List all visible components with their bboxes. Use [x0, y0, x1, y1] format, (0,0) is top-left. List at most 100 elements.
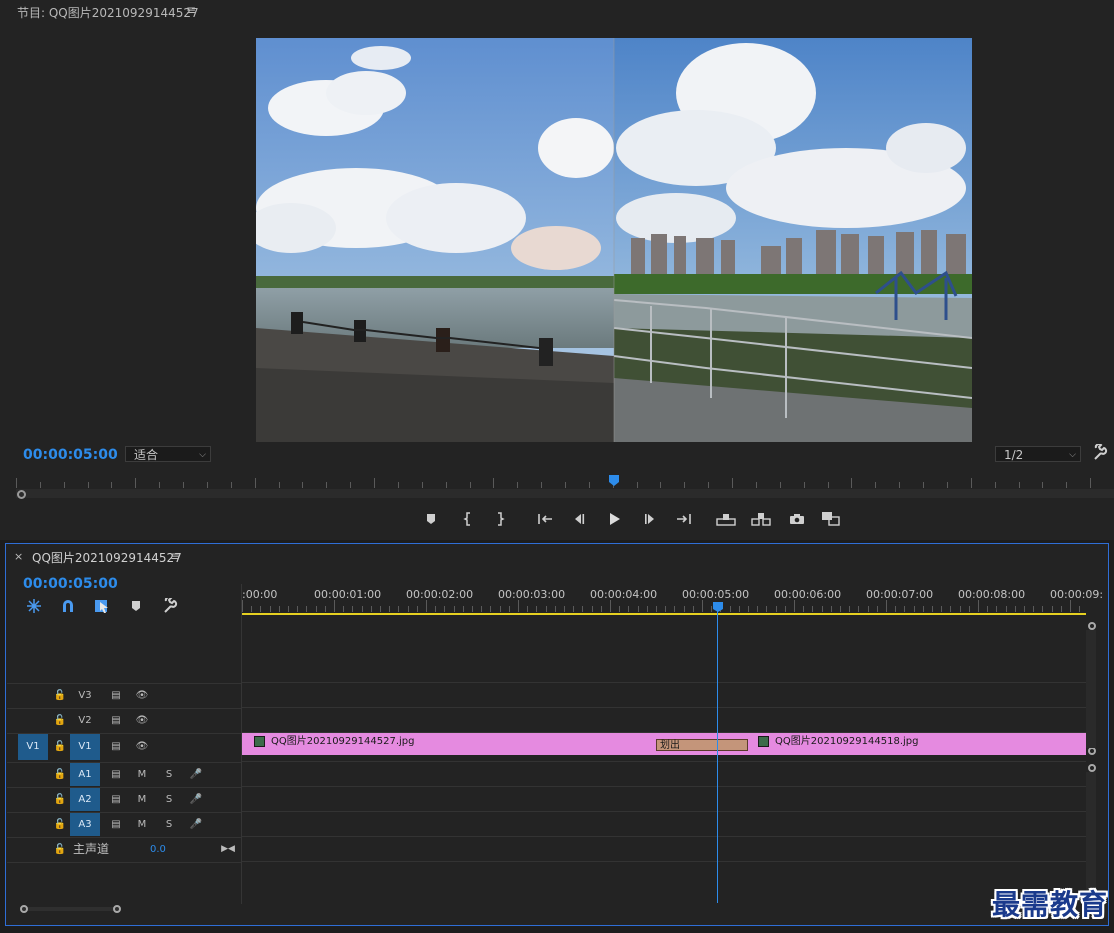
- track-target-a3[interactable]: A3: [70, 813, 100, 836]
- track-area[interactable]: [242, 616, 1086, 903]
- lock-icon[interactable]: 🔓: [52, 788, 68, 811]
- ruler-tick: [660, 482, 661, 488]
- program-playhead[interactable]: [608, 474, 620, 487]
- close-tab-icon[interactable]: ×: [14, 550, 23, 563]
- add-marker-icon[interactable]: [130, 599, 142, 613]
- lane-master[interactable]: [242, 836, 1086, 861]
- audio-track-scrollbar[interactable]: [1086, 772, 1096, 900]
- zoom-handle-right[interactable]: [113, 905, 121, 913]
- export-frame-button[interactable]: [784, 508, 810, 528]
- eye-icon[interactable]: 👁: [134, 684, 150, 707]
- video-scroll-bottom-handle[interactable]: [1088, 747, 1096, 755]
- track-target-a1[interactable]: A1: [70, 763, 100, 786]
- lock-icon[interactable]: 🔓: [52, 813, 68, 836]
- step-back-button[interactable]: [566, 508, 592, 528]
- track-target-a2[interactable]: A2: [70, 788, 100, 811]
- sync-lock-icon[interactable]: ▤: [108, 709, 124, 732]
- work-area-bar[interactable]: [242, 613, 1086, 615]
- wrench-icon[interactable]: [1092, 443, 1108, 462]
- mute-button[interactable]: M: [134, 788, 150, 811]
- track-target-v2[interactable]: V2: [70, 709, 100, 732]
- push-transition[interactable]: 划出: [656, 739, 748, 751]
- mark-in-button[interactable]: [455, 508, 481, 528]
- go-to-end-icon[interactable]: ▶◀: [220, 838, 236, 861]
- program-panel-menu-icon[interactable]: ≡: [186, 3, 196, 17]
- lock-icon[interactable]: 🔓: [52, 734, 68, 760]
- sync-lock-icon[interactable]: ▤: [108, 788, 124, 811]
- timeline-timecode[interactable]: 00:00:05:00: [23, 576, 118, 592]
- lane-a2[interactable]: [242, 786, 1086, 811]
- program-monitor-panel: 节目: QQ图片20210929144527 ≡ 00:00:05:00 适合 …: [0, 0, 1114, 540]
- program-monitor-title[interactable]: 节目: QQ图片20210929144527: [17, 4, 199, 21]
- sequence-tab[interactable]: QQ图片20210929144527: [32, 549, 182, 566]
- ruler-tick: [665, 606, 666, 612]
- playback-resolution-dropdown[interactable]: 1/2 ⌵: [995, 446, 1081, 462]
- timeline-zoom-bar[interactable]: [20, 907, 120, 911]
- microphone-icon[interactable]: 🎤: [188, 763, 204, 786]
- mute-button[interactable]: M: [134, 763, 150, 786]
- ruler-tick: [500, 606, 501, 612]
- lock-icon[interactable]: 🔓: [52, 684, 68, 707]
- source-patch-v1[interactable]: V1: [18, 734, 48, 760]
- microphone-icon[interactable]: 🎤: [188, 813, 204, 836]
- timeline-playhead[interactable]: [712, 601, 724, 903]
- sync-lock-icon[interactable]: ▤: [108, 813, 124, 836]
- sync-lock-icon[interactable]: ▤: [108, 684, 124, 707]
- ruler-tick: [362, 606, 363, 612]
- track-target-v1[interactable]: V1: [70, 734, 100, 760]
- track-header-a3: 🔓 A3 ▤ M S 🎤: [7, 812, 241, 837]
- comparison-view-button[interactable]: [818, 508, 844, 528]
- lock-icon[interactable]: 🔓: [52, 709, 68, 732]
- go-to-out-button[interactable]: [671, 508, 697, 528]
- sync-lock-icon[interactable]: ▤: [108, 763, 124, 786]
- microphone-icon[interactable]: 🎤: [188, 788, 204, 811]
- track-target-v3[interactable]: V3: [70, 684, 100, 707]
- add-marker-button[interactable]: [418, 508, 444, 528]
- program-viewer[interactable]: [256, 38, 972, 442]
- go-to-in-button[interactable]: [532, 508, 558, 528]
- sync-lock-icon[interactable]: ▤: [108, 734, 124, 760]
- lane-v2[interactable]: [242, 707, 1086, 732]
- mute-button[interactable]: M: [134, 813, 150, 836]
- ruler-tick: [1090, 478, 1091, 488]
- ruler-tick: [463, 606, 464, 612]
- timeline-settings-wrench-icon[interactable]: [162, 596, 178, 614]
- lock-icon[interactable]: 🔓: [52, 763, 68, 786]
- timeline-panel-menu-icon[interactable]: ≡: [170, 549, 180, 563]
- clip-v1-first[interactable]: QQ图片20210929144527.jpg: [242, 733, 700, 755]
- eye-icon[interactable]: 👁: [134, 734, 150, 760]
- timeline-time-ruler[interactable]: :00:00 00:00:01:00 00:00:02:00 00:00:03:00 0…: [242, 584, 1103, 615]
- snap-magnet-icon[interactable]: [60, 598, 76, 614]
- program-timecode[interactable]: 00:00:05:00: [23, 447, 118, 463]
- lock-icon[interactable]: 🔓: [52, 838, 68, 861]
- clip-v1-second[interactable]: QQ图片20210929144518.jpg: [700, 733, 1086, 755]
- solo-button[interactable]: S: [161, 763, 177, 786]
- extract-button[interactable]: [748, 508, 774, 528]
- solo-button[interactable]: S: [161, 788, 177, 811]
- video-track-scrollbar[interactable]: [1086, 630, 1096, 748]
- lift-button[interactable]: [713, 508, 739, 528]
- ruler-tick: [536, 606, 537, 612]
- master-volume-value[interactable]: 0.0: [150, 838, 166, 861]
- program-zoom-bar[interactable]: [16, 489, 1114, 498]
- lane-v3[interactable]: [242, 682, 1086, 707]
- program-time-ruler[interactable]: [16, 474, 1114, 488]
- step-forward-button[interactable]: [637, 508, 663, 528]
- lane-a3[interactable]: [242, 811, 1086, 836]
- nest-sequence-icon[interactable]: [26, 598, 42, 614]
- camera-icon: [790, 513, 804, 524]
- eye-icon[interactable]: 👁: [134, 709, 150, 732]
- linked-selection-icon[interactable]: [94, 598, 110, 614]
- audio-scroll-top-handle[interactable]: [1088, 764, 1096, 772]
- play-button[interactable]: [601, 508, 627, 528]
- solo-button[interactable]: S: [161, 813, 177, 836]
- zoom-handle-left[interactable]: [17, 490, 26, 499]
- zoom-fit-dropdown[interactable]: 适合 ⌵: [125, 446, 211, 462]
- video-scroll-top-handle[interactable]: [1088, 622, 1096, 630]
- lane-a1[interactable]: [242, 761, 1086, 786]
- ruler-tick: [647, 606, 648, 612]
- mark-out-icon: [498, 511, 505, 526]
- mark-out-button[interactable]: [487, 508, 513, 528]
- zoom-handle-left[interactable]: [20, 905, 28, 913]
- ruler-tick: [693, 606, 694, 612]
